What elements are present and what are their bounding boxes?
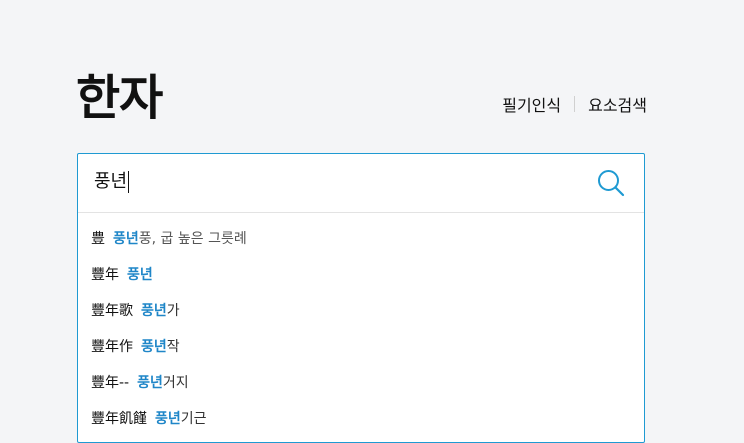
search-button[interactable] — [596, 168, 626, 198]
suggestion-hanja: 豐年飢饉 — [91, 411, 147, 427]
suggestion-highlight: 풍년 — [155, 411, 181, 427]
suggestion-highlight: 풍년 — [137, 375, 163, 391]
suggestion-highlight: 풍년 — [113, 231, 139, 247]
suggestion-hanja: 豐年 — [91, 267, 119, 283]
suggestion-rest: 작 — [166, 339, 180, 355]
suggestion-rest: 거지 — [162, 375, 189, 391]
suggestion-hanja: 豐年-- — [91, 375, 130, 391]
text-caret — [128, 171, 130, 193]
radical-search-link[interactable]: 요소검색 — [588, 92, 647, 116]
top-links: 필기인식 요소검색 — [502, 92, 647, 116]
page-title: 한자 — [76, 70, 163, 126]
suggestion-rest: 풍, 굽 높은 그릇례 — [138, 231, 247, 247]
suggestion-item[interactable]: 豐年歌 풍년가 — [78, 293, 644, 329]
suggestion-list: 豊 풍년풍, 굽 높은 그릇례 豐年 풍년 豐年歌 풍년가 豐年作 풍년작 豐年-- 풍년… — [78, 221, 644, 437]
search-icon — [598, 170, 625, 197]
suggestion-highlight: 풍년 — [141, 303, 167, 319]
search-bar: 풍년 — [78, 154, 644, 213]
suggestion-hanja: 豊 — [91, 231, 105, 247]
suggestion-rest: 가 — [166, 303, 180, 319]
link-divider — [574, 96, 576, 112]
suggestion-rest: 기근 — [180, 411, 207, 427]
suggestion-item[interactable]: 豐年作 풍년작 — [78, 329, 644, 365]
suggestion-item[interactable]: 豐年 풍년 — [78, 257, 644, 293]
suggestion-hanja: 豐年歌 — [91, 303, 133, 319]
search-input[interactable]: 풍년 — [94, 170, 130, 194]
suggestion-item[interactable]: 豐年飢饉 풍년기근 — [78, 401, 644, 437]
handwriting-recognition-link[interactable]: 필기인식 — [502, 92, 561, 116]
suggestion-hanja: 豐年作 — [91, 339, 133, 355]
suggestion-item[interactable]: 豐年-- 풍년거지 — [78, 365, 644, 401]
suggestion-highlight: 풍년 — [141, 339, 167, 355]
search-box: 풍년 豊 풍년풍, 굽 높은 그릇례 豐年 풍년 豐年歌 풍년가 豐年作 풍년작 豐年-… — [77, 153, 645, 443]
suggestion-item[interactable]: 豊 풍년풍, 굽 높은 그릇례 — [78, 221, 644, 257]
suggestion-highlight: 풍년 — [127, 267, 153, 283]
search-input-value: 풍년 — [94, 171, 128, 192]
